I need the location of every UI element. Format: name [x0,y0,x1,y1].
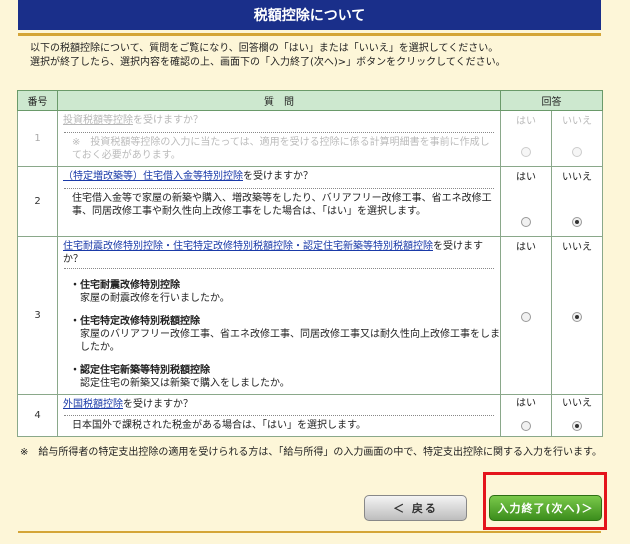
question-note: 住宅借入金等で家屋の新築や購入、増改築等をしたり、バリアフリー改修工事、省エネ改… [72,193,492,217]
investment-tax-credit-link: 投資税額等控除 [63,115,133,126]
answer-yes-cell: はい [500,110,552,167]
yes-label: はい [516,172,536,183]
page-title: 税額控除について [18,0,601,30]
answer-no-cell: いいえ [551,236,603,395]
bottom-divider [18,531,601,533]
table-header-row: 番号 質 問 回答 [17,90,603,111]
no-radio[interactable] [572,312,582,322]
question-suffix: を受けますか？ [243,171,313,182]
header-answer: 回答 [500,90,603,111]
instructions: 以下の税額控除について、質問をご覧になり、回答欄の「はい」または「いいえ」を選択… [30,42,590,70]
no-label: いいえ [562,242,592,253]
yes-radio[interactable] [521,312,531,322]
answer-yes-cell: はい [500,236,552,395]
yes-radio[interactable] [521,421,531,431]
item-title: ・住宅耐震改修特別控除 [70,280,180,291]
yes-label: はい [516,116,536,127]
top-divider [18,33,601,36]
answer-yes-cell: はい [500,166,552,237]
highlight-box [483,472,607,530]
foreign-tax-credit-link[interactable]: 外国税額控除 [63,399,123,410]
header-number: 番号 [17,90,58,111]
item-desc: 認定住宅の新築又は新築で購入をしましたか。 [80,378,290,389]
question-cell: （特定増改築等）住宅借入金等特別控除を受けますか？ 住宅借入金等で家屋の新築や購… [57,166,501,237]
row-number: 4 [17,394,58,437]
question-cell: 外国税額控除を受けますか？ 日本国外で課税された税金がある場合は、「はい」を選択… [57,394,501,437]
row-number: 1 [17,110,58,167]
item-desc: 家屋の耐震改修を行いましたか。 [80,293,230,304]
table-row: 2 （特定増改築等）住宅借入金等特別控除を受けますか？ 住宅借入金等で家屋の新築… [17,166,603,237]
no-radio[interactable] [572,421,582,431]
table-row: 4 外国税額控除を受けますか？ 日本国外で課税された税金がある場合は、「はい」を… [17,394,603,437]
question-note: ※ 投資税額等控除の入力に当たっては、適用を受ける控除に係る計算明細書を事前に作… [72,137,490,161]
list-item: ・住宅耐震改修特別控除 家屋の耐震改修を行いましたか。 [58,279,500,305]
no-radio[interactable] [572,217,582,227]
no-radio [572,147,582,157]
header-question: 質 問 [57,90,501,111]
table-row: 3 住宅耐震改修特別控除・住宅特定改修特別税額控除・認定住宅新築等特別税額控除を… [17,236,603,395]
no-label: いいえ [562,172,592,183]
row-number: 2 [17,166,58,237]
question-suffix: を受けますか？ [133,115,203,126]
question-suffix: を受けますか？ [123,399,193,410]
row-number: 3 [17,236,58,395]
list-item: ・認定住宅新築等特別税額控除 認定住宅の新築又は新築で購入をしましたか。 [58,364,500,390]
answer-yes-cell: はい [500,394,552,437]
no-label: いいえ [562,398,592,409]
housing-renovation-credit-link[interactable]: 住宅耐震改修特別控除・住宅特定改修特別税額控除・認定住宅新築等特別税額控除 [63,241,433,252]
yes-radio[interactable] [521,217,531,227]
deduction-question-table: 番号 質 問 回答 1 投資税額等控除を受けますか？ ※ 投資税額等控除の入力に… [17,90,603,437]
question-cell: 投資税額等控除を受けますか？ ※ 投資税額等控除の入力に当たっては、適用を受ける… [57,110,501,167]
yes-label: はい [516,242,536,253]
item-desc: 家屋のバリアフリー改修工事、省エネ改修工事、同居改修工事又は耐久性向上改修工事を… [80,329,500,353]
table-row: 1 投資税額等控除を受けますか？ ※ 投資税額等控除の入力に当たっては、適用を受… [17,110,603,167]
question-note: 日本国外で課税された税金がある場合は、「はい」を選択します。 [72,420,366,431]
instruction-line-2: 選択が終了したら、選択内容を確認の上、画面下の「入力終了(次へ)>」ボタンをクリ… [30,57,506,68]
no-label: いいえ [562,116,592,127]
answer-no-cell: いいえ [551,110,603,167]
item-title: ・住宅特定改修特別税額控除 [70,316,200,327]
back-button[interactable]: ＜ 戻る [364,495,467,521]
answer-no-cell: いいえ [551,166,603,237]
answer-no-cell: いいえ [551,394,603,437]
yes-label: はい [516,398,536,409]
instruction-line-1: 以下の税額控除について、質問をご覧になり、回答欄の「はい」または「いいえ」を選択… [30,43,499,54]
list-item: ・住宅特定改修特別税額控除 家屋のバリアフリー改修工事、省エネ改修工事、同居改修… [58,315,500,354]
question-cell: 住宅耐震改修特別控除・住宅特定改修特別税額控除・認定住宅新築等特別税額控除を受け… [57,236,501,395]
item-title: ・認定住宅新築等特別税額控除 [70,365,210,376]
housing-loan-credit-link[interactable]: （特定増改築等）住宅借入金等特別控除 [63,171,243,182]
yes-radio [521,147,531,157]
footnote: ※ 給与所得者の特定支出控除の適用を受けられる方は、「給与所得」の入力画面の中で… [20,447,602,458]
